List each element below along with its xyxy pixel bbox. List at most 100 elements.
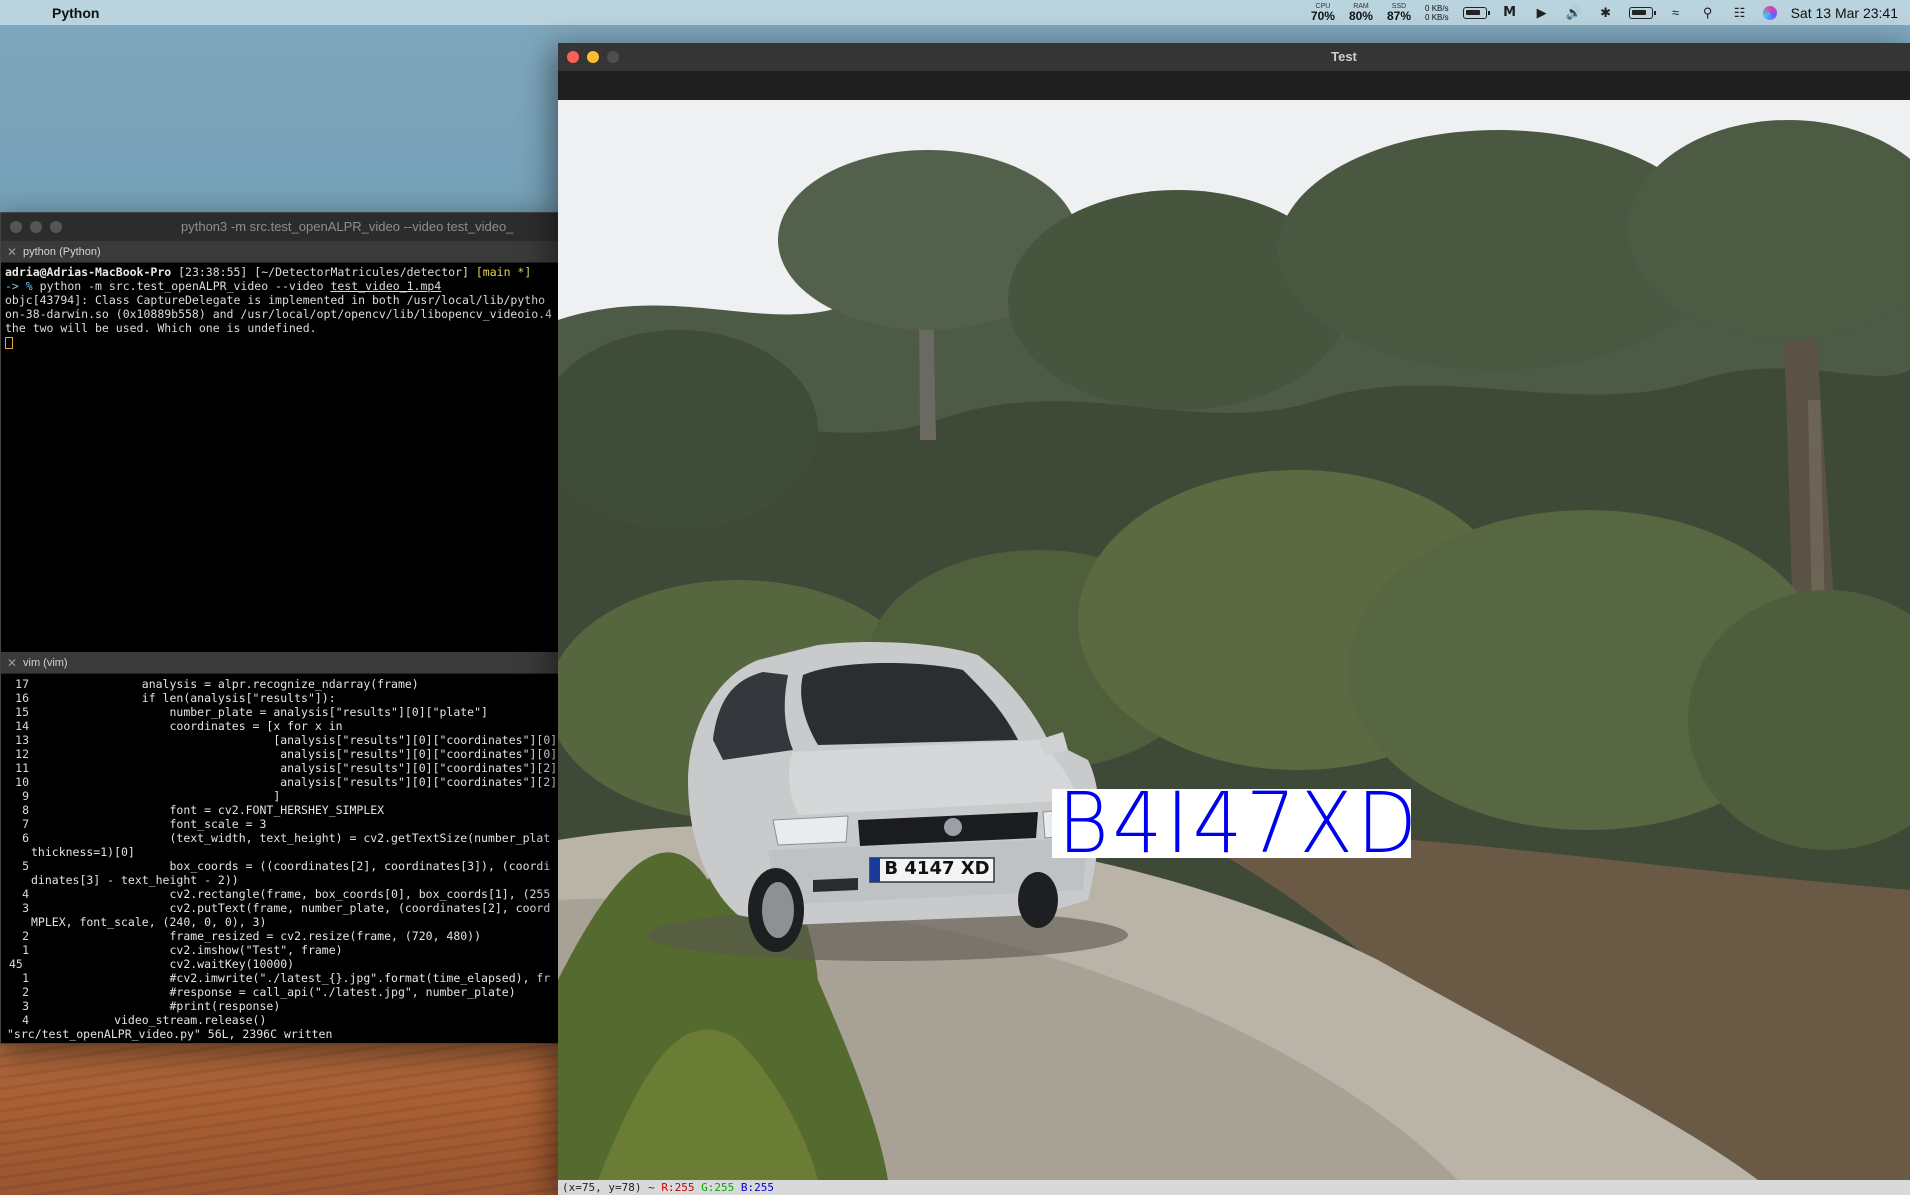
line-number: 3 [22, 901, 29, 915]
close-pane-icon[interactable]: ✕ [1, 656, 23, 670]
battery-widget-icon[interactable] [1462, 6, 1490, 19]
vim-line[interactable]: 13 [analysis["results"][0]["coordinates"… [1, 733, 559, 747]
volume-icon[interactable]: 🔊 [1565, 5, 1583, 21]
vim-line[interactable]: thickness=1)[0] [1, 845, 559, 859]
code-text: coordinates = [x for x in [31, 719, 343, 733]
command-text: python -m src.test_openALPR_video --vide… [39, 279, 324, 293]
vim-line[interactable]: 8 font = cv2.FONT_HERSHEY_SIMPLEX [1, 803, 559, 817]
line-number [1, 845, 31, 859]
play-icon[interactable]: ▶ [1533, 5, 1551, 21]
code-text: analysis["results"][0]["coordinates"][2] [31, 775, 558, 789]
detected-plate-overlay: B4I47XD [1052, 789, 1411, 858]
car-license-plate: B 4147 XD [884, 858, 990, 879]
line-number: 11 [15, 761, 29, 775]
spotlight-search-icon[interactable]: ⚲ [1699, 5, 1717, 21]
code-text: (text_width, text_height) = cv2.getTextS… [31, 831, 551, 845]
code-text: #response = call_api("./latest.jpg", num… [31, 985, 516, 999]
vim-line[interactable]: 10 analysis["results"][0]["coordinates"]… [1, 775, 559, 789]
battery-icon[interactable] [1628, 6, 1656, 19]
cv-toolbar [558, 71, 1910, 100]
vim-line[interactable]: 4 video_stream.release() [1, 1013, 559, 1027]
code-text: cv2.putText(frame, number_plate, (coordi… [31, 901, 551, 915]
line-number: 15 [15, 705, 29, 719]
code-text: ] [31, 789, 281, 803]
vim-line[interactable]: 3 cv2.putText(frame, number_plate, (coor… [1, 901, 559, 915]
siri-icon[interactable] [1762, 5, 1777, 20]
code-text: analysis = alpr.recognize_ndarray(frame) [31, 677, 419, 691]
control-center-icon[interactable]: ☷ [1731, 5, 1749, 21]
vim-line[interactable]: 14 coordinates = [x for x in [1, 719, 559, 733]
line-number: 17 [15, 677, 29, 691]
video-frame[interactable]: B 4147 XD B4I47XD [558, 100, 1910, 1180]
code-text: [analysis["results"][0]["coordinates"][0… [31, 733, 558, 747]
python-pane-output[interactable]: adria@Adrias-MacBook-Pro [23:38:55] [~/D… [1, 263, 559, 652]
vim-line[interactable]: 4 cv2.rectangle(frame, box_coords[0], bo… [1, 887, 559, 901]
minimize-button[interactable] [30, 221, 42, 233]
vim-line[interactable]: 7 font_scale = 3 [1, 817, 559, 831]
terminal-title: python3 -m src.test_openALPR_video --vid… [181, 219, 514, 234]
cv-window-title: Test [1331, 49, 1357, 64]
vim-line[interactable]: 5 box_coords = ((coordinates[2], coordin… [1, 859, 559, 873]
vim-status-message: "src/test_openALPR_video.py" 56L, 2396C … [7, 1027, 333, 1041]
line-number [1, 915, 31, 929]
cv-titlebar[interactable]: Test [558, 43, 1910, 71]
line-number: 9 [22, 789, 29, 803]
code-text: number_plate = analysis["results"][0]["p… [31, 705, 488, 719]
cv-statusbar: (x=75, y=78) ~ R:255 G:255 B:255 [558, 1180, 1910, 1195]
pane-tab-vim[interactable]: ✕ vim (vim) [1, 652, 559, 674]
line-number: 45 [9, 957, 23, 971]
prompt-user: adria@Adrias-MacBook-Pro [5, 265, 172, 279]
line-number: 3 [22, 999, 29, 1013]
vim-line[interactable]: MPLEX, font_scale, (240, 0, 0), 3) [1, 915, 559, 929]
line-number: 12 [15, 747, 29, 761]
close-pane-icon[interactable]: ✕ [1, 245, 23, 259]
vim-line[interactable]: 3 #print(response) [1, 999, 559, 1013]
vim-line[interactable]: 1 #cv2.imwrite("./latest_{}.jpg".format(… [1, 971, 559, 985]
line-number: 13 [15, 733, 29, 747]
cpu-stat[interactable]: CPU 70% [1311, 3, 1335, 22]
code-text: font = cv2.FONT_HERSHEY_SIMPLEX [31, 803, 385, 817]
vim-line[interactable]: 2 #response = call_api("./latest.jpg", n… [1, 985, 559, 999]
app-m-icon[interactable]: M [1501, 5, 1519, 20]
code-text: #cv2.imwrite("./latest_{}.jpg".format(ti… [31, 971, 551, 985]
close-button[interactable] [10, 221, 22, 233]
vim-line[interactable]: 9 ] [1, 789, 559, 803]
app-menu-python[interactable]: Python [48, 5, 99, 21]
vim-line[interactable]: 6 (text_width, text_height) = cv2.getTex… [1, 831, 559, 845]
line-number: 5 [22, 859, 29, 873]
vim-line[interactable]: 45 cv2.waitKey(10000) [1, 957, 559, 971]
wifi-icon[interactable]: ≈ [1667, 5, 1685, 20]
vim-line[interactable]: 1 cv2.imshow("Test", frame) [1, 943, 559, 957]
code-text: dinates[3] - text_height - 2)) [31, 873, 239, 887]
vim-line[interactable]: dinates[3] - text_height - 2)) [1, 873, 559, 887]
pane-tab-python[interactable]: ✕ python (Python) [1, 241, 559, 263]
terminal-window[interactable]: python3 -m src.test_openALPR_video --vid… [0, 212, 560, 1044]
line-number: 2 [22, 985, 29, 999]
line-number: 1 [22, 971, 29, 985]
vim-line[interactable]: 2 frame_resized = cv2.resize(frame, (720… [1, 929, 559, 943]
code-text: analysis["results"][0]["coordinates"][0] [31, 747, 558, 761]
vim-line[interactable]: 11 analysis["results"][0]["coordinates"]… [1, 761, 559, 775]
menu-clock[interactable]: Sat 13 Mar 23:41 [1791, 5, 1898, 21]
vim-line[interactable]: 17 analysis = alpr.recognize_ndarray(fra… [1, 677, 559, 691]
vim-line[interactable]: 16 if len(analysis["results"]): [1, 691, 559, 705]
ram-stat[interactable]: RAM 80% [1349, 3, 1373, 22]
line-number: 7 [22, 817, 29, 831]
code-text: box_coords = ((coordinates[2], coordinat… [31, 859, 551, 873]
bluetooth-icon[interactable]: ✱ [1597, 5, 1615, 21]
line-number: 2 [22, 929, 29, 943]
terminal-titlebar[interactable]: python3 -m src.test_openALPR_video --vid… [1, 213, 559, 241]
vim-line[interactable]: 15 number_plate = analysis["results"][0]… [1, 705, 559, 719]
ssd-stat[interactable]: SSD 87% [1387, 3, 1411, 22]
vim-line[interactable]: 12 analysis["results"][0]["coordinates"]… [1, 747, 559, 761]
line-number: 8 [22, 803, 29, 817]
opencv-test-window[interactable]: Test B 4147 XD B4I47XD (x=75, y=78) ~ R:… [558, 43, 1910, 1195]
zoom-button[interactable] [50, 221, 62, 233]
network-stat[interactable]: 0 KB/s 0 KB/s [1425, 4, 1449, 22]
vim-editor[interactable]: 17 analysis = alpr.recognize_ndarray(fra… [1, 674, 559, 1054]
line-number: 6 [22, 831, 29, 845]
code-text: cv2.rectangle(frame, box_coords[0], box_… [31, 887, 551, 901]
code-text: analysis["results"][0]["coordinates"][2] [31, 761, 558, 775]
code-text: cv2.imshow("Test", frame) [31, 943, 343, 957]
line-number: 1 [22, 943, 29, 957]
